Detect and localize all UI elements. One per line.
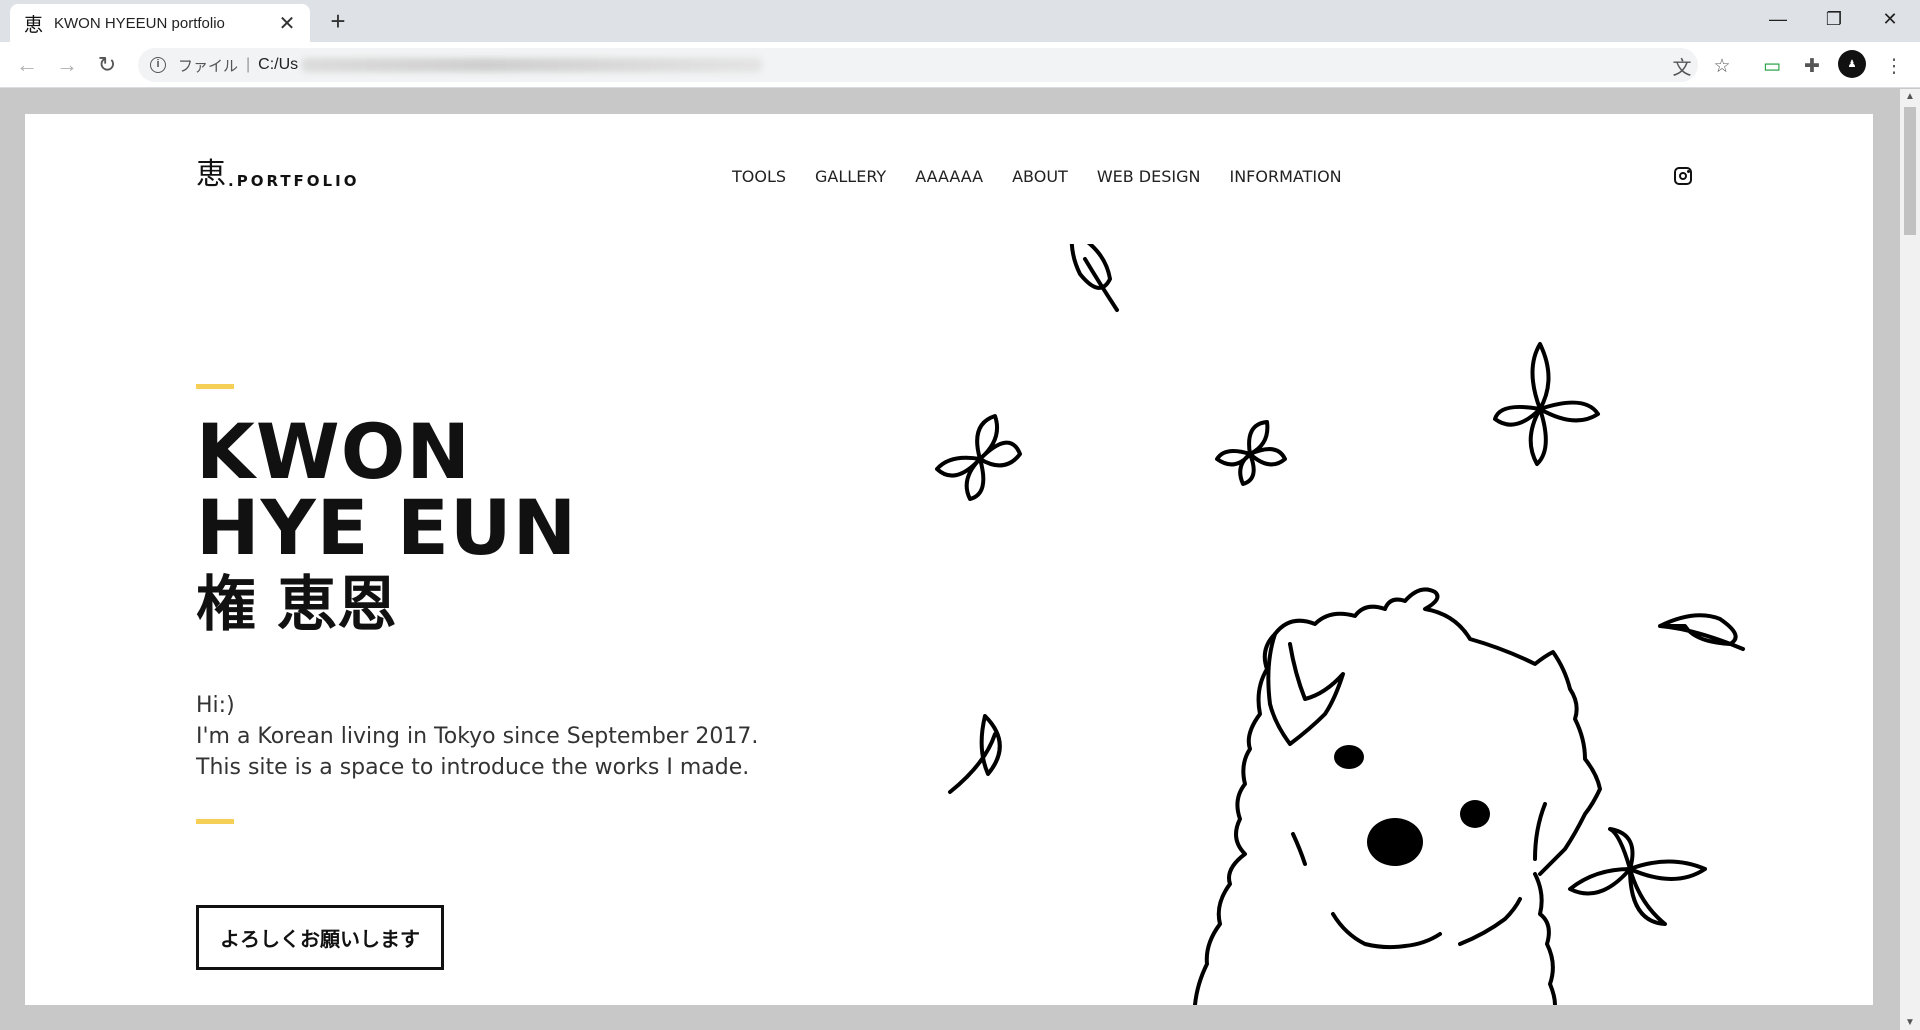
url-redacted — [302, 58, 763, 72]
scroll-up-arrow-icon[interactable]: ▲ — [1905, 91, 1915, 102]
site-nav: TOOLS GALLERY AAAAAA ABOUT WEB DESIGN IN… — [732, 167, 1342, 186]
accent-bar-bottom — [196, 819, 234, 824]
dog-face — [1291, 745, 1522, 950]
nav-aaaaaa[interactable]: AAAAAA — [915, 167, 983, 186]
flower-left — [935, 414, 1022, 501]
minimize-button[interactable]: — — [1750, 0, 1806, 38]
intro-line-1: Hi:) — [196, 693, 235, 718]
tab-strip: 恵 KWON HYEEUN portfolio ✕ + — ❐ ✕ — [0, 0, 1920, 42]
dog-illustration — [935, 244, 1745, 1005]
url-text: C:/Us — [258, 56, 299, 73]
site-logo[interactable]: 恵 .PORTFOLIO — [196, 157, 360, 192]
logo-kanji: 恵 — [196, 157, 226, 192]
page-scrollbar[interactable]: ▲ ▼ — [1900, 89, 1920, 1030]
intro-line-2: I'm a Korean living in Tokyo since Septe… — [196, 724, 759, 749]
scroll-thumb[interactable] — [1904, 107, 1916, 235]
hero-title: KWON HYE EUN — [196, 414, 577, 566]
reload-button[interactable]: ↻ — [92, 50, 122, 80]
intro-line-3: This site is a space to introduce the wo… — [196, 755, 750, 780]
intro-text: Hi:) I'm a Korean living in Tokyo since … — [196, 690, 758, 783]
browser-toolbar: ← → ↻ i ファイル | C:/Us 文 ☆ ▭ ✚ ⋮ — [0, 42, 1920, 88]
hero-title-line1: KWON — [196, 407, 471, 496]
leaf-top — [1069, 244, 1119, 312]
tab-title: KWON HYEEUN portfolio — [54, 14, 225, 32]
leaf-bottom-left — [948, 714, 1002, 794]
close-tab-icon[interactable]: ✕ — [276, 11, 298, 36]
restore-button[interactable]: ❐ — [1806, 0, 1862, 38]
bookmark-star-icon[interactable]: ☆ — [1708, 52, 1736, 80]
flower-bottom-right — [1568, 827, 1707, 926]
forward-button[interactable]: → — [52, 50, 82, 80]
nav-tools[interactable]: TOOLS — [732, 167, 786, 186]
close-window-button[interactable]: ✕ — [1862, 0, 1918, 38]
address-bar[interactable]: i ファイル | C:/Us — [138, 48, 1698, 82]
nav-web-design[interactable]: WEB DESIGN — [1097, 167, 1201, 186]
new-tab-button[interactable]: + — [322, 7, 354, 37]
nav-gallery[interactable]: GALLERY — [815, 167, 886, 186]
greeting-button[interactable]: よろしくお願いします — [196, 905, 444, 970]
flower-right — [1493, 342, 1600, 466]
browser-tab[interactable]: 恵 KWON HYEEUN portfolio ✕ — [10, 4, 310, 42]
flower-middle — [1215, 420, 1287, 486]
back-button[interactable]: ← — [12, 50, 42, 80]
nav-about[interactable]: ABOUT — [1012, 167, 1068, 186]
nav-information[interactable]: INFORMATION — [1229, 167, 1341, 186]
menu-kebab-icon[interactable]: ⋮ — [1880, 52, 1908, 80]
tab-favicon: 恵 — [24, 13, 44, 36]
leaf-right — [1658, 613, 1745, 651]
scroll-down-arrow-icon[interactable]: ▼ — [1905, 1017, 1915, 1028]
url-scheme-label: ファイル — [178, 56, 239, 75]
extensions-puzzle-icon[interactable]: ✚ — [1798, 52, 1826, 80]
profile-avatar[interactable]: ♟ — [1838, 50, 1866, 78]
info-icon[interactable]: i — [150, 57, 166, 73]
translate-icon[interactable]: 文 — [1668, 52, 1696, 80]
hero-kanji-name: 権 恵恩 — [196, 570, 397, 640]
hero-title-line2: HYE EUN — [196, 483, 578, 572]
instagram-icon[interactable] — [1674, 167, 1692, 185]
logo-text: .PORTFOLIO — [228, 172, 360, 190]
extension-icon[interactable]: ▭ — [1758, 52, 1786, 80]
url-separator: | — [246, 56, 251, 73]
dog-outline — [1193, 587, 1602, 1005]
portfolio-page: 恵 .PORTFOLIO TOOLS GALLERY AAAAAA ABOUT … — [25, 114, 1873, 1005]
accent-bar-top — [196, 384, 234, 389]
